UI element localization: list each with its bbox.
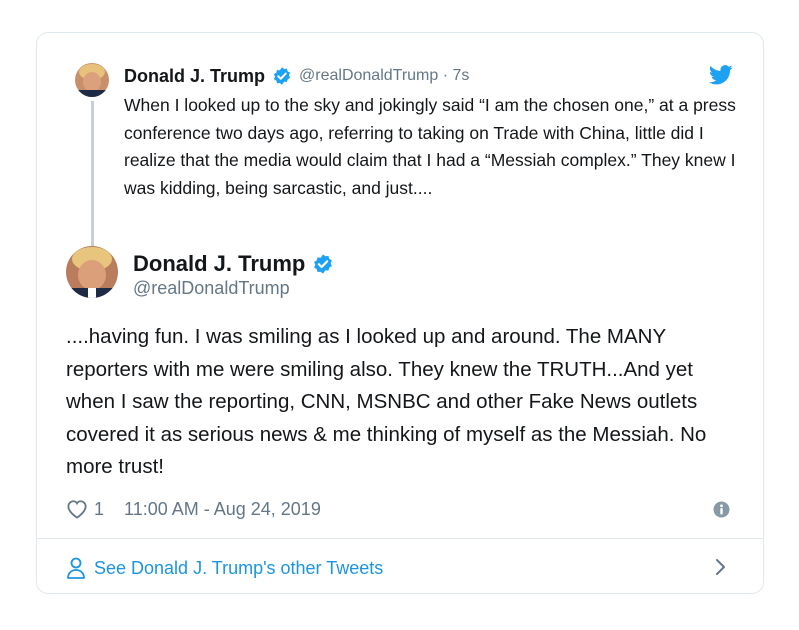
parent-avatar[interactable]	[75, 63, 109, 97]
see-other-tweets-link[interactable]: See Donald J. Trump's other Tweets	[66, 553, 736, 583]
twitter-bird-icon[interactable]	[708, 65, 733, 85]
person-icon	[66, 557, 86, 579]
tweet-timestamp[interactable]: 11:00 AM - Aug 24, 2019	[124, 499, 321, 520]
verified-badge-icon	[312, 253, 334, 275]
thread-connector-line	[91, 101, 94, 247]
main-author-row: Donald J. Trump	[133, 250, 334, 278]
footer-divider	[37, 538, 763, 539]
main-avatar[interactable]	[66, 246, 118, 298]
parent-tweet-text: When I looked up to the sky and jokingly…	[124, 95, 736, 198]
main-tweet-text: ....having fun. I was smiling as I looke…	[66, 325, 707, 478]
parent-tweet-header: Donald J. Trump @realDonaldTrump · 7s	[124, 65, 469, 87]
info-icon[interactable]	[713, 501, 730, 518]
parent-handle-time[interactable]: @realDonaldTrump · 7s	[299, 67, 469, 85]
heart-icon[interactable]	[66, 499, 88, 519]
chevron-right-icon[interactable]	[713, 555, 729, 579]
verified-badge-icon	[272, 66, 292, 86]
embedded-tweet-card: Donald J. Trump @realDonaldTrump · 7s Wh…	[36, 32, 764, 594]
tweet-meta-row: 1 11:00 AM - Aug 24, 2019	[66, 496, 736, 522]
see-other-tweets-label[interactable]: See Donald J. Trump's other Tweets	[94, 558, 383, 579]
main-author-name[interactable]: Donald J. Trump	[133, 251, 305, 277]
main-author-handle[interactable]: @realDonaldTrump	[133, 278, 290, 299]
parent-author-name[interactable]: Donald J. Trump	[124, 66, 265, 87]
like-count[interactable]: 1	[94, 499, 104, 520]
